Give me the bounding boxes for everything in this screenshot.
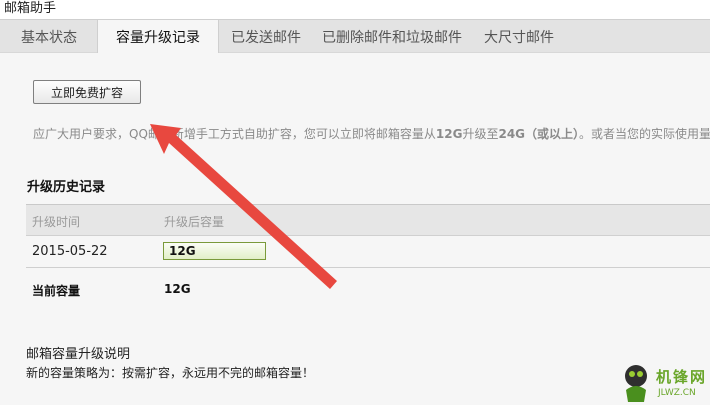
notice-text-2: 升级至 <box>462 127 499 141</box>
watermark-brand: 机锋网 <box>656 368 708 386</box>
upgrade-notice: 应广大用户要求，QQ邮箱新增手工方式自助扩容，您可以立即将邮箱容量从12G升级至… <box>33 125 710 142</box>
free-expand-button[interactable]: 立即免费扩容 <box>33 80 141 104</box>
tab-deleted-and-spam[interactable]: 已删除邮件和垃圾邮件 <box>322 20 462 53</box>
explain-text: 新的容量策略为：按需扩容，永远用不完的邮箱容量！ <box>26 366 315 380</box>
capacity-bar: 12G <box>163 242 266 260</box>
header-upgrade-time: 升级时间 <box>32 215 81 229</box>
main-content: 立即免费扩容 应广大用户要求，QQ邮箱新增手工方式自助扩容，您可以立即将邮箱容量… <box>0 53 710 405</box>
row-date: 2015-05-22 <box>32 244 108 259</box>
tab-sent-mail[interactable]: 已发送邮件 <box>231 20 301 53</box>
table-row: 2015-05-22 12G <box>26 236 710 268</box>
header-capacity-after: 升级后容量 <box>164 215 225 229</box>
notice-to-capacity: 24G（或以上） <box>498 127 580 141</box>
window-title-bar: 邮箱助手 <box>0 0 710 19</box>
notice-text-3: 。或者当您的实际使用量 <box>579 127 710 141</box>
window-title: 邮箱助手 <box>4 1 57 16</box>
tab-basic-status[interactable]: 基本状态 <box>21 20 77 53</box>
table-header: 升级时间 升级后容量 <box>26 204 710 236</box>
tab-bar: 基本状态 容量升级记录 已发送邮件 已删除邮件和垃圾邮件 大尺寸邮件 <box>0 19 710 54</box>
history-section-title: 升级历史记录 <box>27 180 106 195</box>
watermark-logo: 机锋网 JLWZ.CN <box>616 360 710 405</box>
current-capacity-row: 当前容量 12G <box>26 268 710 308</box>
current-capacity-value: 12G <box>164 282 191 296</box>
current-capacity-label: 当前容量 <box>32 284 81 298</box>
capacity-bar-value: 12G <box>169 244 196 258</box>
tab-capacity-upgrade-record[interactable]: 容量升级记录 <box>97 20 219 54</box>
tab-large-mail[interactable]: 大尺寸邮件 <box>484 20 554 53</box>
mascot-icon <box>625 365 647 402</box>
notice-text-1: 应广大用户要求，QQ邮箱新增手工方式自助扩容，您可以立即将邮箱容量从 <box>33 127 436 141</box>
explain-title: 邮箱容量升级说明 <box>26 347 131 362</box>
notice-from-capacity: 12G <box>435 127 463 141</box>
watermark-url: JLWZ.CN <box>658 388 696 398</box>
